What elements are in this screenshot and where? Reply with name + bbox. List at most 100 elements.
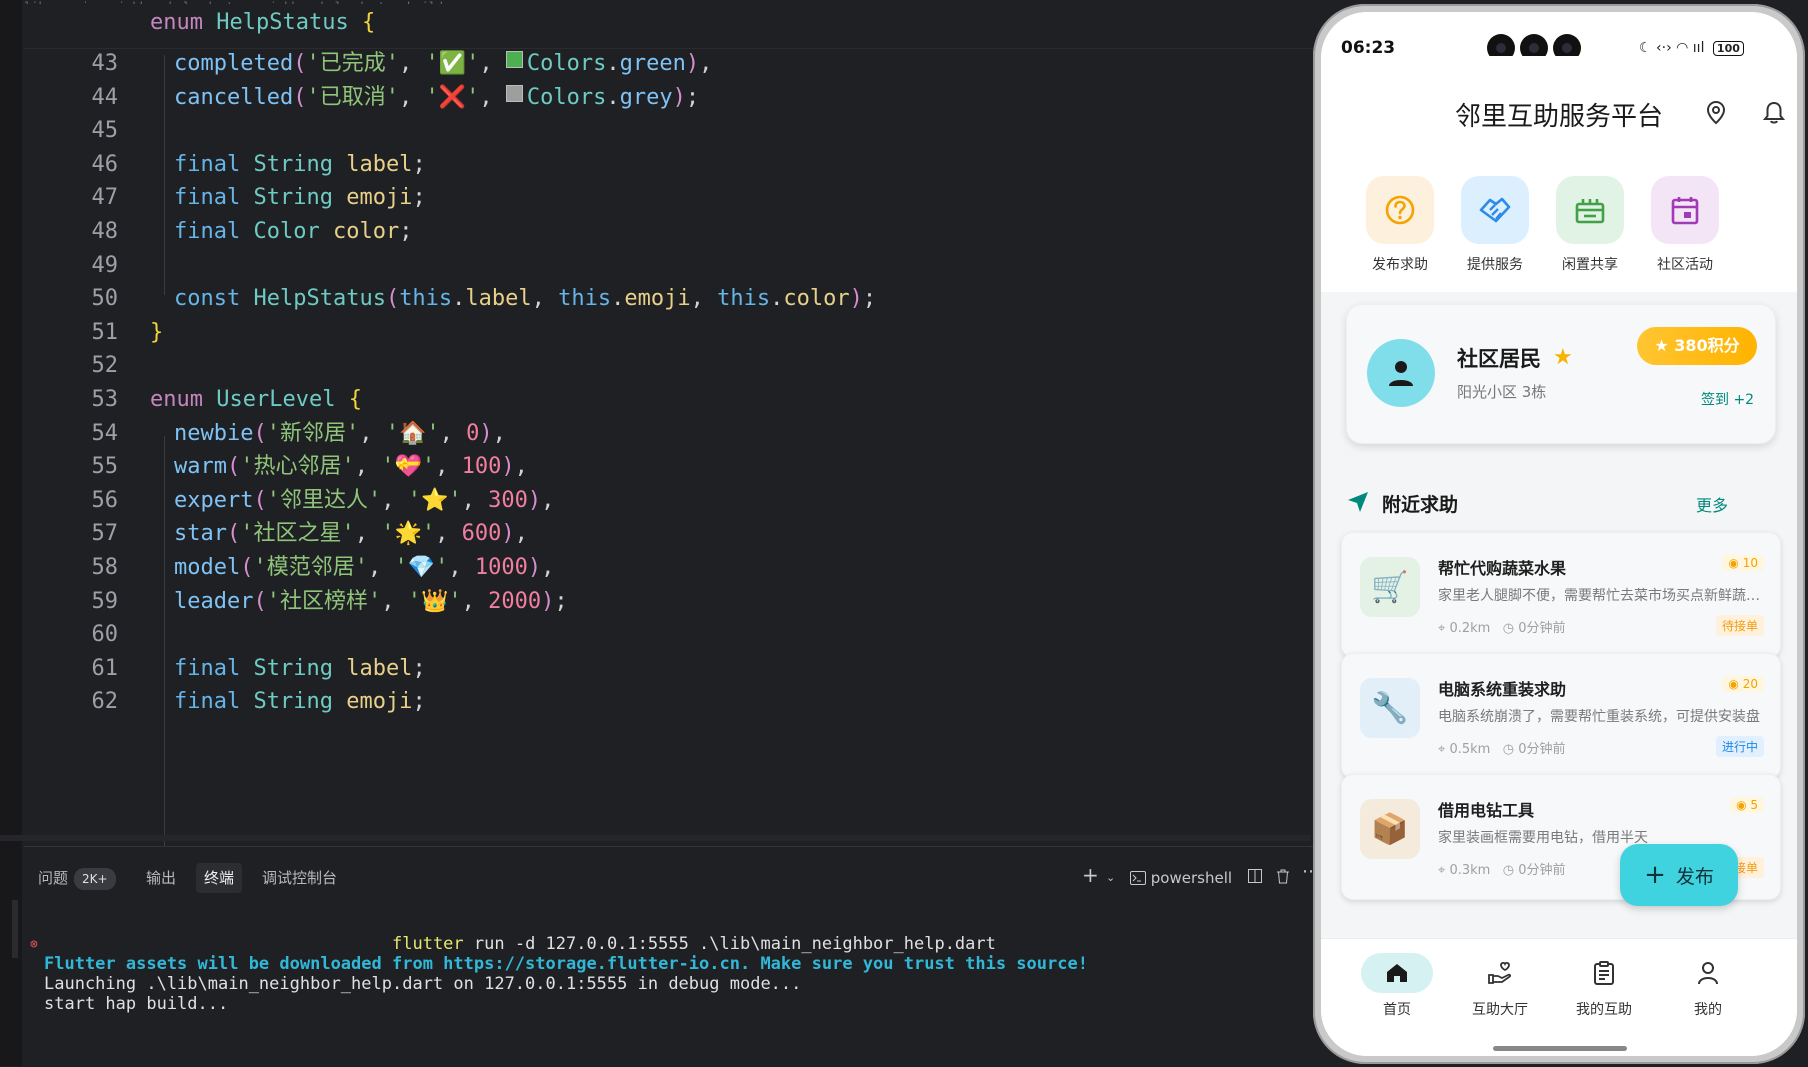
tab-output[interactable]: 输出 [138,863,184,893]
terminal-line: start hap build... [44,994,229,1014]
indent-guide [164,55,165,295]
code-token: , [514,454,528,480]
code-line[interactable]: 58 model('模范邻居', '💎', 1000), [24,549,1314,587]
color-swatch[interactable] [505,51,523,68]
code-token: final [174,689,254,715]
code-line[interactable]: 62 final String emoji; [24,683,1314,721]
line-text: newbie('新邻居', '🏠', 0), [174,415,506,453]
quick-action-1[interactable]: 发布求助 [1355,176,1445,274]
code-token: newbie [174,420,254,446]
sticky-brace: { [361,10,376,35]
code-token: ' [425,84,439,110]
reward-value: 10 [1742,556,1758,570]
quick-action-3[interactable]: 闲置共享 [1545,176,1635,274]
code-line[interactable]: 47 final String emoji; [24,179,1314,217]
terminal-profile[interactable]: powershell [1130,869,1232,887]
chevron-down-icon[interactable]: ⌄ [1106,871,1115,884]
task-distance: 0.5km [1449,742,1491,757]
code-line[interactable]: 50 const HelpStatus(this.label, this.emoj… [24,280,1314,318]
code-token: model [174,555,241,580]
code-token: ' [385,420,399,446]
code-line[interactable]: 54 newbie('新邻居', '🏠', 0), [24,415,1314,453]
bottom-panel: 问题 2K+ 输出 终端 调试控制台 + ⌄ powershell ⋯ ⊗ flu… [24,846,1322,1067]
code-token: Colors [526,51,607,76]
code-editor[interactable]: lib > main_neighbor_help.dart > neighbor… [24,0,1314,846]
new-terminal-plus-icon[interactable]: + [1082,863,1099,887]
split-terminal-icon[interactable] [1248,869,1262,887]
code-line[interactable]: 52 [24,347,1314,385]
avatar[interactable] [1367,339,1435,407]
code-line[interactable]: 49 [24,247,1314,285]
code-token: label [346,151,413,177]
code-token: ) [672,84,686,110]
location-pin-icon: ⌖ [1438,742,1450,757]
publish-fab[interactable]: + 发布 [1620,844,1738,906]
code-line[interactable]: 53 enum UserLevel { [24,381,1314,419]
color-swatch[interactable] [505,84,523,102]
nav-item-4[interactable]: 我的 [1653,953,1763,1019]
code-token: . [611,286,625,312]
code-token: , [398,84,426,110]
quick-action-label: 社区活动 [1657,257,1713,273]
nav-item-1[interactable]: 首页 [1342,953,1452,1019]
code-line[interactable]: 60 [24,616,1314,654]
code-token: label [465,286,532,312]
code-token: star [174,521,227,547]
coin-icon: ◉ [1736,798,1751,812]
user-card[interactable]: 社区居民 ★ 阳光小区 3栋 ★ 380积分 签到 +2 [1346,304,1776,444]
nav-item-2[interactable]: 互助大厅 [1445,953,1555,1019]
nav-item-3[interactable]: 我的互助 [1549,953,1659,1019]
code-token: . [770,286,784,312]
quick-action-2[interactable]: 提供服务 [1450,176,1540,274]
code-token: ; [412,185,426,211]
code-token: '已取消' [306,84,399,110]
points-badge[interactable]: ★ 380积分 [1637,327,1757,365]
quick-action-4[interactable]: 社区活动 [1640,176,1730,274]
code-token: expert [174,487,254,513]
tab-problems[interactable]: 问题 2K+ [30,863,124,893]
code-token: , [461,588,489,614]
location-pin-icon[interactable] [1706,101,1726,125]
code-token: { [348,387,362,412]
code-token: ❌ [438,84,467,110]
code-line[interactable]: 51} [24,314,1314,352]
tab-debug-console[interactable]: 调试控制台 [254,863,345,893]
checkin-button[interactable]: 签到 +2 [1701,389,1754,409]
code-token: ) [849,286,863,312]
code-token: , [531,286,559,312]
bell-icon[interactable] [1763,101,1785,125]
code-token: grey [619,84,673,110]
sticky-scroll-header[interactable]: enum HelpStatus { [24,4,1314,49]
code-token: ; [685,84,700,110]
code-line[interactable]: 48 final Color color; [24,213,1314,251]
task-card[interactable]: 🔧 电脑系统重装求助 ◉ 20 电脑系统崩溃了，需要帮忙重装系统，可提供安装盘 ⌖ 0.… [1341,653,1781,779]
app-header: 邻里互助服务平台 [1321,56,1797,152]
code-line[interactable]: 44 cancelled('已取消', '❌', Colors.grey); [24,79,1314,117]
code-token: final [174,655,254,681]
terminal-output[interactable]: ⊗ flutter run -d 127.0.0.1:5555 .\lib\ma… [24,933,1322,1067]
code-line[interactable]: 56 expert('邻里达人', '⭐', 300), [24,482,1314,520]
hand-heart-icon [1464,953,1536,993]
more-link[interactable]: 更多 [1696,492,1728,516]
code-line[interactable]: 61 final String label; [24,650,1314,688]
task-thumbnail-icon: 🔧 [1360,678,1420,738]
code-token: HelpStatus [253,286,386,312]
panel-resize-handle[interactable] [12,900,18,958]
code-line[interactable]: 43 completed('已完成', '✅', Colors.green), [24,45,1314,83]
home-indicator[interactable] [1493,1046,1627,1051]
trash-icon[interactable] [1276,869,1290,888]
code-token: ⭐ [420,487,449,513]
code-line[interactable]: 46 final String label; [24,146,1314,184]
task-card[interactable]: 🛒 帮忙代购蔬菜水果 ◉ 10 家里老人腿脚不便，需要帮忙去菜市场买点新鲜蔬菜水果 ⌖ … [1341,532,1781,658]
code-line[interactable]: 57 star('社区之星', '🌟', 600), [24,515,1314,553]
code-line[interactable]: 59 leader('社区榜样', '👑', 2000); [24,583,1314,621]
code-line[interactable]: 45 [24,112,1314,150]
editor-panel-divider[interactable] [0,835,1310,841]
code-token: , [448,555,475,580]
line-text: final Color color; [174,213,412,251]
code-line[interactable]: 55 warm('热心邻居', '💝', 100), [24,448,1314,486]
reward-badge: ◉ 5 [1730,797,1764,813]
code-token: emoji [346,185,413,211]
task-time: 0分钟前 [1518,742,1566,757]
tab-terminal[interactable]: 终端 [196,863,243,893]
